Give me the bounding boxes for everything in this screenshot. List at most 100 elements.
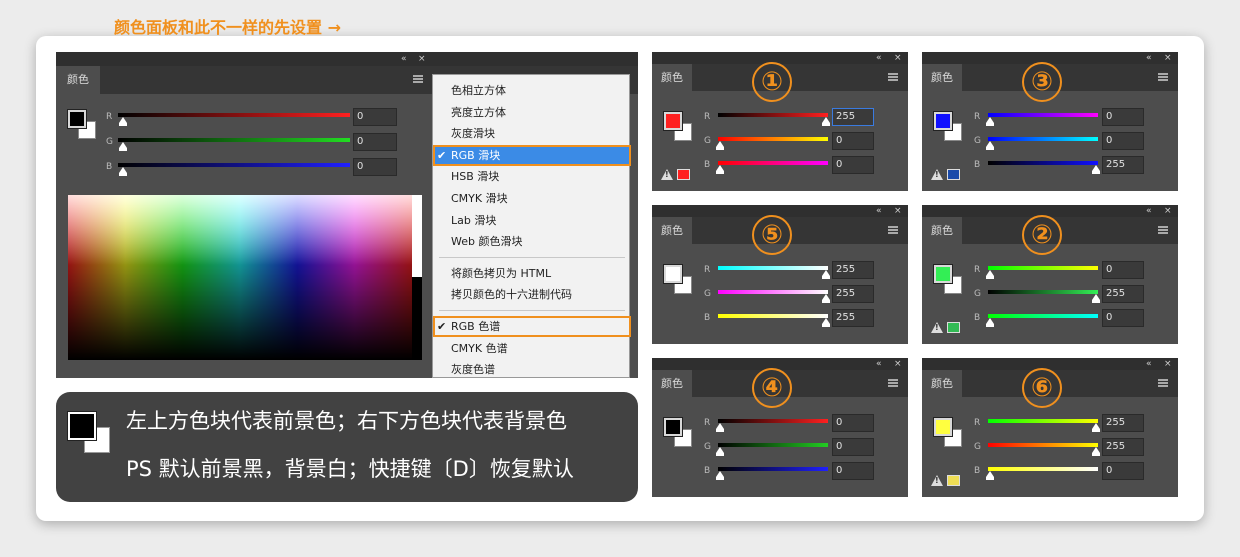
value-field-r[interactable]: 0 [832, 414, 874, 432]
close-icon[interactable]: × [894, 52, 902, 64]
menu-item[interactable]: ✔ RGB 滑块 [433, 144, 631, 166]
out-of-gamut-warning-icon[interactable] [931, 322, 943, 333]
slider-track-r[interactable] [988, 113, 1098, 117]
foreground-swatch[interactable] [664, 265, 682, 283]
slider-thumb-r[interactable] [822, 117, 830, 126]
panel-menu-icon[interactable] [1158, 73, 1168, 81]
menu-item[interactable]: 拷贝颜色的十六进制代码 [433, 284, 631, 305]
slider-thumb-b[interactable] [1092, 165, 1100, 174]
value-field-b[interactable]: 0 [1102, 309, 1144, 327]
value-field-r[interactable]: 255 [832, 261, 874, 279]
out-of-gamut-warning-icon[interactable] [931, 169, 943, 180]
collapse-icon[interactable]: « [1146, 358, 1152, 370]
gamut-color-chip[interactable] [947, 322, 960, 333]
panel-menu-icon[interactable] [413, 75, 423, 83]
menu-item[interactable]: 亮度立方体 [433, 102, 631, 123]
close-icon[interactable]: × [1164, 205, 1172, 217]
slider-track-g[interactable] [118, 138, 350, 142]
menu-item[interactable]: ✔ RGB 色谱 [433, 316, 631, 337]
foreground-swatch[interactable] [664, 112, 682, 130]
foreground-swatch[interactable] [664, 418, 682, 436]
close-icon[interactable]: × [894, 358, 902, 370]
close-icon[interactable]: × [894, 205, 902, 217]
value-field-b[interactable]: 255 [1102, 156, 1144, 174]
gamut-color-chip[interactable] [947, 475, 960, 486]
collapse-icon[interactable]: « [401, 53, 407, 65]
slider-thumb-r[interactable] [716, 423, 724, 432]
gamut-color-chip[interactable] [677, 169, 690, 180]
tab-color[interactable]: 颜色 [922, 217, 962, 244]
value-field-g[interactable]: 255 [1102, 285, 1144, 303]
menu-item[interactable]: 色相立方体 [433, 80, 631, 101]
menu-item[interactable]: CMYK 色谱 [433, 338, 631, 359]
tab-color[interactable]: 颜色 [652, 217, 692, 244]
out-of-gamut-warning-icon[interactable] [931, 475, 943, 486]
value-field-r[interactable]: 0 [1102, 261, 1144, 279]
value-field-r[interactable]: 0 [1102, 108, 1144, 126]
value-field-r[interactable]: 0 [353, 108, 397, 126]
spectrum-black-chip[interactable] [412, 277, 422, 360]
foreground-swatch[interactable] [934, 112, 952, 130]
value-field-b[interactable]: 255 [832, 309, 874, 327]
slider-thumb-r[interactable] [986, 117, 994, 126]
slider-thumb-r[interactable] [1092, 423, 1100, 432]
slider-track-b[interactable] [718, 161, 828, 165]
slider-thumb-g[interactable] [1092, 294, 1100, 303]
close-icon[interactable]: × [418, 53, 426, 65]
slider-thumb-b[interactable] [986, 318, 994, 327]
value-field-b[interactable]: 0 [832, 462, 874, 480]
value-field-b[interactable]: 0 [353, 158, 397, 176]
tab-color[interactable]: 颜色 [922, 370, 962, 397]
slider-thumb-g[interactable] [716, 447, 724, 456]
foreground-swatch[interactable] [934, 265, 952, 283]
panel-menu-icon[interactable] [888, 73, 898, 81]
slider-track-g[interactable] [988, 290, 1098, 294]
value-field-g[interactable]: 0 [832, 132, 874, 150]
slider-track-g[interactable] [988, 443, 1098, 447]
slider-track-r[interactable] [718, 419, 828, 423]
slider-thumb-b[interactable] [716, 165, 724, 174]
menu-item[interactable]: 灰度滑块 [433, 123, 631, 144]
foreground-swatch[interactable] [934, 418, 952, 436]
value-field-g[interactable]: 255 [832, 285, 874, 303]
slider-track-g[interactable] [718, 443, 828, 447]
slider-track-b[interactable] [988, 467, 1098, 471]
panel-menu-icon[interactable] [888, 226, 898, 234]
value-field-g[interactable]: 0 [353, 133, 397, 151]
value-field-b[interactable]: 0 [1102, 462, 1144, 480]
slider-thumb-g[interactable] [1092, 447, 1100, 456]
slider-track-g[interactable] [988, 137, 1098, 141]
slider-track-r[interactable] [988, 266, 1098, 270]
slider-thumb-g[interactable] [822, 294, 830, 303]
slider-thumb-r[interactable] [119, 117, 127, 126]
collapse-icon[interactable]: « [876, 358, 882, 370]
slider-track-b[interactable] [718, 467, 828, 471]
slider-thumb-b[interactable] [986, 471, 994, 480]
menu-item[interactable]: HSB 滑块 [433, 166, 631, 187]
menu-item[interactable]: 灰度色谱 [433, 359, 631, 378]
foreground-swatch[interactable] [68, 110, 86, 128]
slider-track-r[interactable] [718, 113, 828, 117]
slider-track-g[interactable] [718, 290, 828, 294]
panel-menu-icon[interactable] [888, 379, 898, 387]
value-field-g[interactable]: 255 [1102, 438, 1144, 456]
collapse-icon[interactable]: « [876, 205, 882, 217]
value-field-g[interactable]: 0 [1102, 132, 1144, 150]
slider-track-r[interactable] [118, 113, 350, 117]
tab-color[interactable]: 颜色 [652, 370, 692, 397]
slider-thumb-b[interactable] [716, 471, 724, 480]
out-of-gamut-warning-icon[interactable] [661, 169, 673, 180]
slider-track-b[interactable] [988, 161, 1098, 165]
slider-track-b[interactable] [118, 163, 350, 167]
slider-thumb-r[interactable] [822, 270, 830, 279]
rgb-spectrum[interactable] [68, 195, 412, 360]
value-field-g[interactable]: 0 [832, 438, 874, 456]
menu-item[interactable]: 将颜色拷贝为 HTML [433, 263, 631, 284]
collapse-icon[interactable]: « [1146, 205, 1152, 217]
slider-thumb-g[interactable] [119, 142, 127, 151]
slider-track-r[interactable] [718, 266, 828, 270]
slider-thumb-b[interactable] [119, 167, 127, 176]
slider-thumb-g[interactable] [986, 141, 994, 150]
close-icon[interactable]: × [1164, 52, 1172, 64]
panel-menu-icon[interactable] [1158, 226, 1168, 234]
